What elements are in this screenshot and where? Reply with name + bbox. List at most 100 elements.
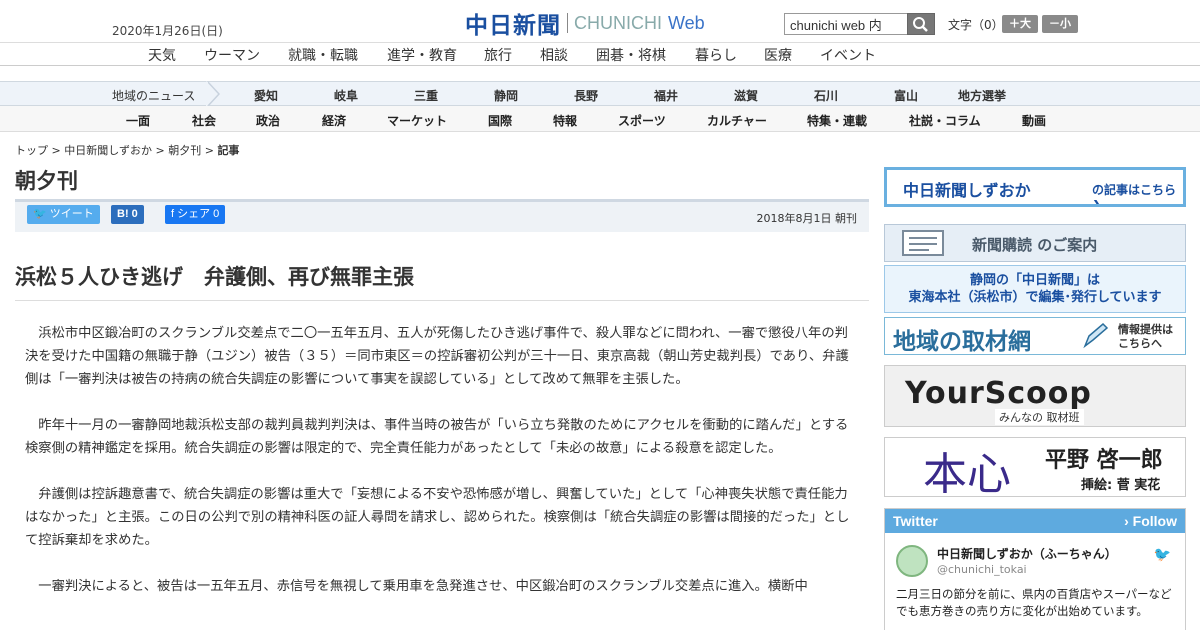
- banner6-illustrator: 挿絵: 菅 実花: [1081, 478, 1161, 493]
- banner-tokai-honsha[interactable]: 静岡の「中日新聞」は 東海本社（浜松市）で編集･発行しています: [884, 265, 1186, 313]
- breadcrumb-item[interactable]: 中日新聞しずおか: [64, 144, 152, 157]
- breadcrumb-sep: >: [201, 144, 218, 157]
- gnav-item[interactable]: ウーマン: [204, 45, 260, 65]
- article-body: 浜松市中区鍛冶町のスクランブル交差点で二〇一五年五月、五人が死傷したひき逃げ事件…: [25, 322, 859, 621]
- banner4-main: 地域の取材網: [893, 328, 1031, 355]
- logo-en: CHUNICHI: [574, 12, 662, 33]
- section-title: 朝夕刊: [15, 169, 78, 193]
- region-item[interactable]: 地方選挙: [958, 87, 1006, 104]
- article-paragraph: 弁護側は控訴趣意書で、統合失調症の影響は重大で「妄想による不安や恐怖感が増し、興…: [25, 487, 850, 548]
- tweet-text: 二月三日の節分を前に、県内の百貨店やスーパーなどでも恵方巻きの売り方に変化が出始…: [896, 587, 1172, 618]
- region-item[interactable]: 福井: [654, 87, 678, 104]
- banner2-text: 新聞購読 のご案内: [972, 236, 1098, 254]
- tweet-author-name[interactable]: 中日新聞しずおか（ふーちゃん）: [937, 545, 1117, 562]
- region-item[interactable]: 滋賀: [734, 87, 758, 104]
- region-item[interactable]: 長野: [574, 87, 598, 104]
- gnav-item[interactable]: 天気: [148, 45, 176, 65]
- share-bar: 🐦 ツイート B! 0 f シェア 0 2018年8月1日 朝刊: [15, 199, 869, 232]
- breadcrumb-item[interactable]: 朝夕刊: [168, 144, 201, 157]
- twitter-widget: Twitter › Follow 中日新聞しずおか（ふーちゃん） @chunic…: [884, 508, 1186, 630]
- category-item[interactable]: 特集・連載: [807, 112, 867, 129]
- logo-web: Web: [668, 12, 705, 33]
- banner1-main: 中日新聞しずおか: [903, 181, 1031, 200]
- breadcrumb-sep: >: [48, 144, 65, 157]
- gnav-item[interactable]: 進学・教育: [387, 45, 457, 65]
- breadcrumb-item[interactable]: トップ: [15, 144, 48, 157]
- region-item[interactable]: 愛知: [254, 87, 278, 104]
- banner-your-scoop[interactable]: YourScoop みんなの 取材班: [884, 365, 1186, 427]
- banner4-sub2: こちらへ: [1118, 337, 1162, 350]
- avatar[interactable]: [896, 545, 928, 577]
- banner5-main: YourScoop: [905, 376, 1092, 411]
- article-headline: 浜松５人ひき逃げ 弁護側、再び無罪主張: [15, 265, 414, 289]
- logo-divider: [567, 13, 568, 33]
- banner5-sub: みんなの 取材班: [995, 409, 1084, 425]
- category-item[interactable]: 政治: [256, 112, 280, 129]
- article-paragraph: 一審判決によると、被告は一五年五月、赤信号を無視して乗用車を急発進させ、中区鍛冶…: [38, 579, 808, 594]
- search-icon: [913, 17, 928, 32]
- twitter-bird-icon: 🐦: [1153, 547, 1171, 563]
- category-item[interactable]: スポーツ: [618, 112, 666, 129]
- article-paragraph: 昨年十一月の一審静岡地裁浜松支部の裁判員裁判判決は、事件当時の被告が「いら立ち発…: [25, 418, 849, 456]
- region-item[interactable]: 三重: [414, 87, 438, 104]
- banner-chunichi-shizuoka[interactable]: 中日新聞しずおか の記事はこちら ❯: [884, 167, 1186, 207]
- top-bar: 2020年1月26日(日) 中日新聞 CHUNICHI Web 文字（0） ＋大…: [0, 0, 1200, 42]
- banner6-author: 平野 啓一郎: [1045, 447, 1163, 473]
- twitter-header: Twitter › Follow: [885, 509, 1185, 533]
- article-paragraph: 浜松市中区鍛冶町のスクランブル交差点で二〇一五年五月、五人が死傷したひき逃げ事件…: [25, 326, 849, 387]
- twitter-follow-button[interactable]: › Follow: [1124, 509, 1177, 533]
- current-date: 2020年1月26日(日): [112, 24, 223, 38]
- region-nav: 地域のニュース 愛知 岐阜 三重 静岡 長野 福井 滋賀 石川 富山 地方選挙: [0, 81, 1200, 107]
- font-smaller-button[interactable]: －小: [1042, 15, 1078, 33]
- region-item[interactable]: 岐阜: [334, 87, 358, 104]
- pencil-icon: [1083, 322, 1109, 349]
- banner6-main: 本心: [923, 449, 1011, 497]
- banner3-line2: 東海本社（浜松市）で編集･発行しています: [908, 290, 1162, 305]
- global-nav: 天気 ウーマン 就職・転職 進学・教育 旅行 相談 囲碁・将棋 暮らし 医療 イ…: [0, 42, 1200, 66]
- banner-honshin[interactable]: 本心 平野 啓一郎 挿絵: 菅 実花: [884, 437, 1186, 497]
- font-size-label: 文字（0）: [948, 18, 1004, 32]
- gnav-item[interactable]: 就職・転職: [288, 45, 358, 65]
- tweet-author-handle[interactable]: @chunichi_tokai: [937, 563, 1027, 576]
- gnav-item[interactable]: 旅行: [484, 45, 512, 65]
- logo-jp: 中日新聞: [465, 12, 561, 39]
- banner3-text: 静岡の「中日新聞」は 東海本社（浜松市）で編集･発行しています: [885, 272, 1185, 306]
- region-nav-arrow-inner: [206, 81, 218, 107]
- category-nav: 一面 社会 政治 経済 マーケット 国際 特報 スポーツ カルチャー 特集・連載…: [0, 106, 1200, 132]
- region-item[interactable]: 静岡: [494, 87, 518, 104]
- gnav-item[interactable]: 暮らし: [695, 45, 737, 65]
- category-item[interactable]: カルチャー: [707, 112, 767, 129]
- breadcrumb-current: 記事: [217, 144, 240, 157]
- region-nav-label: 地域のニュース: [112, 89, 196, 103]
- gnav-item[interactable]: 医療: [764, 45, 792, 65]
- category-item[interactable]: 社説・コラム: [909, 112, 981, 129]
- hatena-button[interactable]: B! 0: [111, 205, 144, 224]
- banner1-sub: の記事はこちら ❯: [1092, 183, 1177, 207]
- publish-date: 2018年8月1日 朝刊: [756, 212, 858, 225]
- facebook-share-button[interactable]: f シェア 0: [165, 205, 226, 224]
- site-logo[interactable]: 中日新聞 CHUNICHI Web: [465, 9, 705, 39]
- banner-subscription[interactable]: 新聞購読 のご案内: [884, 224, 1186, 262]
- region-item[interactable]: 石川: [814, 87, 838, 104]
- twitter-bird-icon: 🐦: [33, 208, 47, 220]
- category-item[interactable]: 国際: [488, 112, 512, 129]
- tweet-button-label: ツイート: [49, 208, 94, 220]
- gnav-item[interactable]: イベント: [820, 45, 876, 65]
- banner-local-network[interactable]: 地域の取材網 情報提供は こちらへ: [884, 317, 1186, 355]
- category-item[interactable]: 社会: [192, 112, 216, 129]
- font-larger-button[interactable]: ＋大: [1002, 15, 1038, 33]
- region-item[interactable]: 富山: [894, 87, 918, 104]
- category-item[interactable]: 特報: [553, 112, 577, 129]
- category-item[interactable]: 動画: [1022, 112, 1046, 129]
- search-button[interactable]: [907, 13, 935, 35]
- newspaper-icon: [902, 230, 944, 256]
- twitter-title: Twitter: [893, 513, 938, 529]
- gnav-item[interactable]: 囲碁・将棋: [596, 45, 666, 65]
- tweet-button[interactable]: 🐦 ツイート: [27, 205, 100, 224]
- category-item[interactable]: マーケット: [387, 112, 447, 129]
- category-item[interactable]: 一面: [126, 112, 150, 129]
- search-input[interactable]: [784, 13, 908, 35]
- banner4-sub1: 情報提供は: [1118, 323, 1173, 336]
- gnav-item[interactable]: 相談: [540, 45, 568, 65]
- category-item[interactable]: 経済: [322, 112, 346, 129]
